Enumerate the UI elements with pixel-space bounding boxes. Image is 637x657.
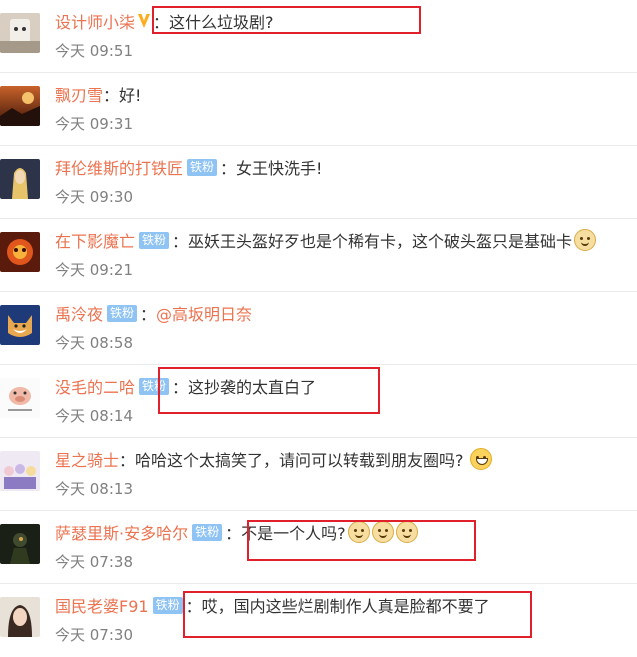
comment-item: 在下影魔亡 铁粉 ： 巫妖王头盔好歹也是个稀有卡，这个破头盔只是基础卡 今天 0… — [0, 219, 637, 292]
username-link[interactable]: 萨瑟里斯·安多哈尔 — [55, 520, 188, 544]
colon: ： — [220, 159, 237, 178]
comment-text: 不是一个人吗? — [241, 524, 346, 543]
comment-text: 巫妖王头盔好歹也是个稀有卡，这个破头盔只是基础卡 — [188, 232, 573, 251]
avatar[interactable] — [0, 86, 40, 126]
comment-text: 这什么垃圾剧? — [169, 13, 274, 32]
comment-item: 国民老婆F91 铁粉 ： 哎，国内这些烂剧制作人真是脸都不要了 今天 07:30 — [0, 584, 637, 657]
timestamp: 今天 07:30 — [55, 626, 133, 644]
timestamp: 今天 09:31 — [55, 115, 133, 133]
grin-icon — [469, 448, 492, 470]
fan-badge[interactable]: 铁粉 — [139, 231, 170, 249]
comment-text: 哈哈这个太搞笑了，请问可以转载到朋友圈吗? — [135, 451, 464, 470]
fan-badge[interactable]: 铁粉 — [107, 304, 138, 322]
timestamp: 今天 09:21 — [55, 261, 133, 279]
timestamp: 今天 08:14 — [55, 407, 133, 425]
colon: ： — [140, 305, 157, 324]
dog-icon — [574, 229, 597, 251]
username-link[interactable]: 星之骑士 — [55, 447, 119, 471]
comment-text: 哎，国内这些烂剧制作人真是脸都不要了 — [201, 597, 490, 616]
timestamp: 今天 08:58 — [55, 334, 133, 352]
username-link[interactable]: 没毛的二哈 — [55, 374, 135, 398]
comment-item: 萨瑟里斯·安多哈尔 铁粉 ： 不是一个人吗? 今天 07:38 — [0, 511, 637, 584]
colon: ： — [172, 232, 189, 251]
colon: ： — [172, 378, 189, 397]
colon: ： — [103, 86, 120, 105]
colon: ： — [153, 13, 170, 32]
username-link[interactable]: 飘刃雪 — [55, 82, 103, 106]
dog-icon — [371, 521, 394, 543]
timestamp: 今天 08:13 — [55, 480, 133, 498]
avatar[interactable] — [0, 159, 40, 199]
timestamp: 今天 09:51 — [55, 42, 133, 60]
username-link[interactable]: 国民老婆F91 — [55, 593, 149, 617]
timestamp: 今天 09:30 — [55, 188, 133, 206]
colon: ： — [185, 597, 202, 616]
comment-text: 女王快洗手! — [236, 159, 323, 178]
comment-item: 拜伦维斯的打铁匠 铁粉 ： 女王快洗手! 今天 09:30 — [0, 146, 637, 219]
colon: ： — [119, 451, 136, 470]
comment-text: 这抄袭的太直白了 — [188, 378, 317, 397]
avatar[interactable] — [0, 232, 40, 272]
vip-icon — [138, 14, 151, 28]
comment-text: 好! — [119, 86, 142, 105]
fan-badge[interactable]: 铁粉 — [192, 523, 223, 541]
colon: ： — [225, 524, 242, 543]
comment-item: 没毛的二哈 铁粉 ： 这抄袭的太直白了 今天 08:14 — [0, 365, 637, 438]
mention-link[interactable]: @高坂明日奈 — [156, 301, 252, 325]
fan-badge[interactable]: 铁粉 — [152, 596, 183, 614]
avatar[interactable] — [0, 13, 40, 53]
avatar[interactable] — [0, 524, 40, 564]
fan-badge[interactable]: 铁粉 — [139, 377, 170, 395]
comment-list: 设计师小柒 ： 这什么垃圾剧? 今天 09:51 飘刃雪 ： 好! 今天 09:… — [0, 0, 637, 651]
timestamp: 今天 07:38 — [55, 553, 133, 571]
username-link[interactable]: 设计师小柒 — [55, 9, 135, 33]
avatar[interactable] — [0, 597, 40, 637]
comment-item: 飘刃雪 ： 好! 今天 09:31 — [0, 73, 637, 146]
dog-icon — [395, 521, 418, 543]
username-link[interactable]: 在下影魔亡 — [55, 228, 135, 252]
dog-icon — [347, 521, 370, 543]
username-link[interactable]: 拜伦维斯的打铁匠 — [55, 155, 183, 179]
comment-item: 设计师小柒 ： 这什么垃圾剧? 今天 09:51 — [0, 0, 637, 73]
comment-item: 禹泠夜 铁粉 ： @高坂明日奈 今天 08:58 — [0, 292, 637, 365]
avatar[interactable] — [0, 451, 40, 491]
avatar[interactable] — [0, 378, 40, 418]
avatar[interactable] — [0, 305, 40, 345]
username-link[interactable]: 禹泠夜 — [55, 301, 103, 325]
comment-item: 星之骑士 ： 哈哈这个太搞笑了，请问可以转载到朋友圈吗? 今天 08:13 — [0, 438, 637, 511]
fan-badge[interactable]: 铁粉 — [187, 158, 218, 176]
